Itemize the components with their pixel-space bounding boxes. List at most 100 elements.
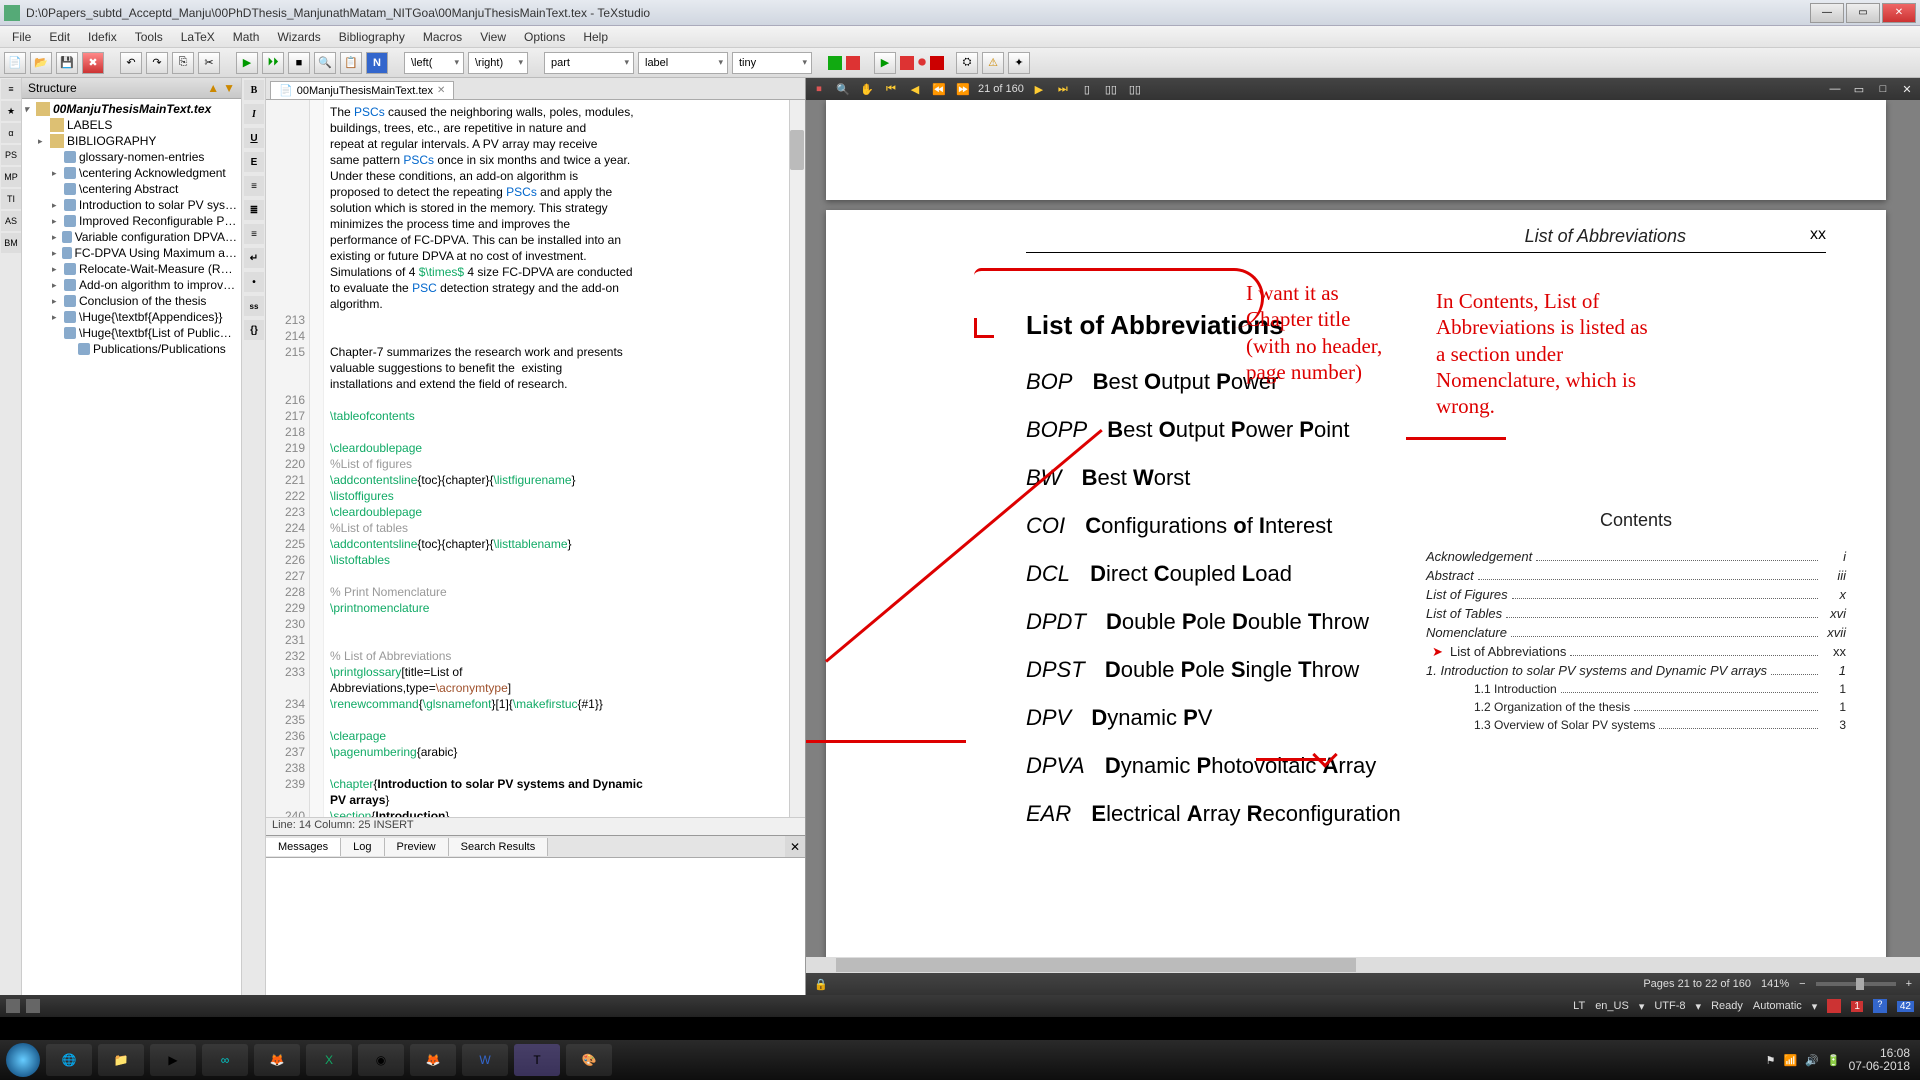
tree-item[interactable]: ▸\Huge{\textbf{Appendices}} xyxy=(24,309,239,325)
taskbar-excel-icon[interactable]: X xyxy=(306,1044,352,1076)
taskbar-arduino-icon[interactable]: ∞ xyxy=(202,1044,248,1076)
tree-item[interactable]: ▸BIBLIOGRAPHY xyxy=(24,133,239,149)
mp-tab-icon[interactable]: MP xyxy=(1,167,21,187)
save-button[interactable]: 💾 xyxy=(56,52,78,74)
menu-math[interactable]: Math xyxy=(225,28,268,46)
taskbar-paint-icon[interactable]: 🎨 xyxy=(566,1044,612,1076)
pv-hand-icon[interactable]: ✋ xyxy=(858,80,876,98)
bm-tab-icon[interactable]: BM xyxy=(1,233,21,253)
misc-tool-2[interactable]: ✦ xyxy=(1008,52,1030,74)
tree-item[interactable]: ▸Variable configuration DPVA… xyxy=(24,229,239,245)
tree-item[interactable]: ▸Add-on algorithm to improv… xyxy=(24,277,239,293)
tray-battery-icon[interactable]: 🔋 xyxy=(1827,1054,1841,1067)
pv-win-rest-icon[interactable]: ▭ xyxy=(1850,80,1868,98)
color-red-icon[interactable] xyxy=(846,56,860,70)
pv-fwd-icon[interactable]: ⏩ xyxy=(954,80,972,98)
pv-zoom-in-icon[interactable]: + xyxy=(1906,978,1912,990)
align-right-button[interactable]: ≡ xyxy=(244,224,264,244)
taskbar-firefox-icon[interactable]: 🦊 xyxy=(254,1044,300,1076)
menu-wizards[interactable]: Wizards xyxy=(269,28,328,46)
underline-button[interactable]: U xyxy=(244,128,264,148)
ss-button[interactable]: ss xyxy=(244,296,264,316)
editor-scrollbar[interactable] xyxy=(789,100,805,817)
pv-win-min-icon[interactable]: — xyxy=(1826,80,1844,98)
pv-back-icon[interactable]: ⏪ xyxy=(930,80,948,98)
menu-idefix[interactable]: Idefix xyxy=(80,28,125,46)
preview-body[interactable]: List of Abbreviations xx List of Abbrevi… xyxy=(806,100,1920,973)
minimize-button[interactable]: — xyxy=(1810,3,1844,23)
taskbar-chrome-icon[interactable]: ◉ xyxy=(358,1044,404,1076)
align-left-button[interactable]: ≡ xyxy=(244,176,264,196)
menu-edit[interactable]: Edit xyxy=(41,28,78,46)
pv-next-icon[interactable]: ▶ xyxy=(1030,80,1048,98)
taskbar-ie-icon[interactable]: 🌐 xyxy=(46,1044,92,1076)
tray-clock[interactable]: 16:08 07-06-2018 xyxy=(1849,1047,1914,1073)
tree-item[interactable]: ▸Relocate-Wait-Measure (R… xyxy=(24,261,239,277)
menu-help[interactable]: Help xyxy=(575,28,616,46)
status-box-1[interactable] xyxy=(6,999,20,1013)
right-delim-dropdown[interactable]: \right) xyxy=(468,52,528,74)
status-info-icon[interactable]: ? xyxy=(1873,999,1887,1013)
bold-button[interactable]: B xyxy=(244,80,264,100)
fontsize-dropdown[interactable]: tiny xyxy=(732,52,812,74)
tray-volume-icon[interactable]: 🔊 xyxy=(1805,1054,1819,1067)
tray-flag-icon[interactable]: ⚑ xyxy=(1766,1054,1776,1067)
code-editor[interactable]: 213214215 216217218219220221222223224225… xyxy=(266,100,805,817)
tree-item[interactable]: ▸Introduction to solar PV sys… xyxy=(24,197,239,213)
status-info-count[interactable]: 42 xyxy=(1897,1001,1914,1012)
align-center-button[interactable]: ≣ xyxy=(244,200,264,220)
pv-close-icon[interactable]: ⏹ xyxy=(810,80,828,98)
menu-file[interactable]: File xyxy=(4,28,39,46)
structure-up-icon[interactable]: ▲ xyxy=(207,81,219,95)
pv-prev-icon[interactable]: ◀ xyxy=(906,80,924,98)
cut-button[interactable]: ✂ xyxy=(198,52,220,74)
italic-button[interactable]: I xyxy=(244,104,264,124)
tree-item[interactable]: \centering Abstract xyxy=(24,181,239,197)
start-button[interactable] xyxy=(6,1043,40,1077)
pv-zoom-icon[interactable]: 🔍 xyxy=(834,80,852,98)
maximize-button[interactable]: ▭ xyxy=(1846,3,1880,23)
quick-build-button[interactable]: ▶ xyxy=(874,52,896,74)
copy-button[interactable]: ⎘ xyxy=(172,52,194,74)
warning-icon[interactable]: ⚠ xyxy=(982,52,1004,74)
ti-tab-icon[interactable]: TI xyxy=(1,189,21,209)
build-view-button[interactable]: ⏵⏵ xyxy=(262,52,284,74)
status-box-2[interactable] xyxy=(26,999,40,1013)
tray-network-icon[interactable]: 📶 xyxy=(1784,1054,1798,1067)
menu-bibliography[interactable]: Bibliography xyxy=(331,28,413,46)
badness-icon[interactable] xyxy=(930,56,944,70)
close-button[interactable]: ✕ xyxy=(1882,3,1916,23)
menu-options[interactable]: Options xyxy=(516,28,573,46)
status-err-count[interactable]: 1 xyxy=(1851,1001,1863,1012)
stop-button[interactable]: ■ xyxy=(288,52,310,74)
tree-item[interactable]: ▸Improved Reconfigurable P… xyxy=(24,213,239,229)
tree-item[interactable]: ▸FC-DPVA Using Maximum a… xyxy=(24,245,239,261)
pv-win-close-icon[interactable]: ✕ xyxy=(1898,80,1916,98)
left-delim-dropdown[interactable]: \left( xyxy=(404,52,464,74)
tree-item[interactable]: Publications/Publications xyxy=(24,341,239,357)
msg-close-icon[interactable]: ✕ xyxy=(785,836,805,857)
list-button[interactable]: • xyxy=(244,272,264,292)
structure-tree[interactable]: ▾00ManjuThesisMainText.texLABELS▸BIBLIOG… xyxy=(22,99,241,995)
as-tab-icon[interactable]: AS xyxy=(1,211,21,231)
taskbar-media-icon[interactable]: ▶ xyxy=(150,1044,196,1076)
tree-item[interactable]: ▸\centering Acknowledgment xyxy=(24,165,239,181)
pv-last-icon[interactable]: ⏭ xyxy=(1054,80,1072,98)
msg-tab-search-results[interactable]: Search Results xyxy=(449,838,549,856)
status-auto[interactable]: Automatic xyxy=(1753,1000,1802,1012)
marker-red-icon[interactable] xyxy=(900,56,914,70)
code-area[interactable]: The PSCs caused the neighboring walls, p… xyxy=(324,100,805,817)
pv-cont-page-icon[interactable]: ▯▯ xyxy=(1102,80,1120,98)
tree-item[interactable]: LABELS xyxy=(24,117,239,133)
taskbar-word-icon[interactable]: W xyxy=(462,1044,508,1076)
ps-tab-icon[interactable]: PS xyxy=(1,145,21,165)
normal-mode-button[interactable]: N xyxy=(366,52,388,74)
menu-latex[interactable]: LaTeX xyxy=(173,28,223,46)
ref-dropdown[interactable]: label xyxy=(638,52,728,74)
pv-double-page-icon[interactable]: ▯▯ xyxy=(1126,80,1144,98)
open-file-button[interactable]: 📂 xyxy=(30,52,52,74)
pv-first-icon[interactable]: ⏮ xyxy=(882,80,900,98)
redo-button[interactable]: ↷ xyxy=(146,52,168,74)
taskbar-texstudio-icon[interactable]: T xyxy=(514,1044,560,1076)
close-doc-button[interactable]: ✖ xyxy=(82,52,104,74)
